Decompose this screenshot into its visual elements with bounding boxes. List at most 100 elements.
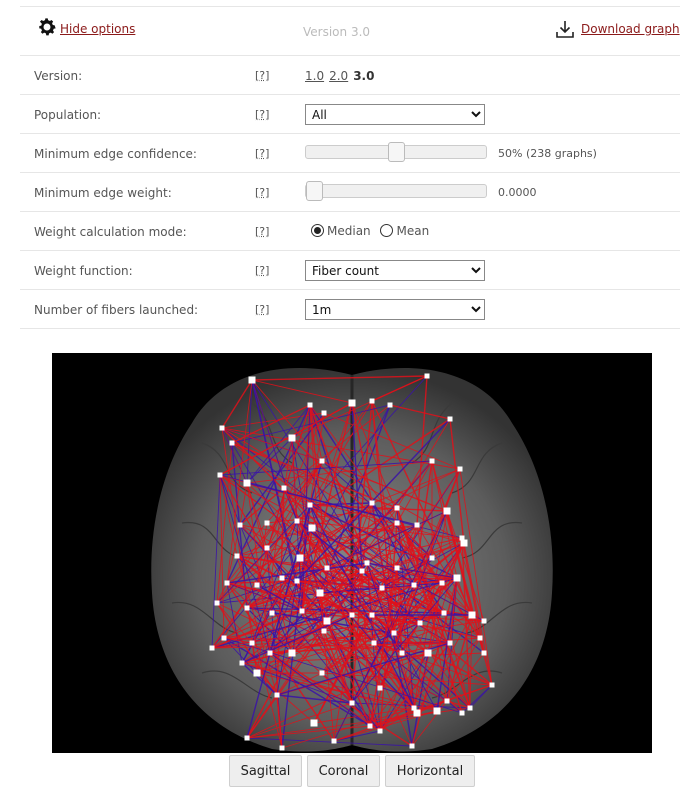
graph-node[interactable] — [267, 650, 273, 656]
graph-node[interactable] — [387, 402, 393, 408]
graph-node[interactable] — [439, 580, 445, 586]
graph-node[interactable] — [441, 610, 447, 616]
graph-node[interactable] — [319, 458, 325, 464]
population-help[interactable]: [?] — [255, 108, 269, 121]
download-icon[interactable] — [555, 19, 575, 39]
weight-function-help[interactable]: [?] — [255, 264, 269, 277]
graph-node[interactable] — [288, 434, 296, 442]
graph-node[interactable] — [477, 635, 483, 641]
median-radio[interactable] — [311, 224, 324, 237]
mean-label[interactable]: Mean — [396, 224, 429, 238]
graph-node[interactable] — [307, 402, 313, 408]
graph-node[interactable] — [217, 472, 223, 478]
median-label[interactable]: Median — [327, 224, 371, 238]
graph-node[interactable] — [460, 539, 468, 547]
graph-node[interactable] — [299, 608, 305, 614]
graph-node[interactable] — [377, 685, 383, 691]
graph-node[interactable] — [424, 649, 432, 657]
graph-node[interactable] — [253, 669, 261, 677]
graph-node[interactable] — [459, 710, 465, 716]
min-edge-confidence-slider-thumb[interactable] — [388, 142, 405, 162]
graph-node[interactable] — [294, 518, 300, 524]
graph-node[interactable] — [310, 719, 318, 727]
graph-node[interactable] — [414, 522, 420, 528]
graph-node[interactable] — [296, 554, 304, 562]
graph-node[interactable] — [413, 709, 421, 717]
graph-node[interactable] — [274, 692, 280, 698]
graph-node[interactable] — [254, 582, 260, 588]
graph-node[interactable] — [349, 612, 355, 618]
graph-node[interactable] — [447, 640, 453, 646]
graph-node[interactable] — [219, 425, 225, 431]
graph-node[interactable] — [243, 479, 251, 487]
graph-node[interactable] — [453, 574, 461, 582]
population-select[interactable]: All — [305, 104, 485, 125]
graph-node[interactable] — [308, 524, 316, 532]
graph-node[interactable] — [367, 723, 373, 729]
coronal-button[interactable]: Coronal — [307, 755, 380, 787]
graph-node[interactable] — [234, 553, 240, 559]
graph-node[interactable] — [249, 640, 255, 646]
graph-node[interactable] — [244, 605, 250, 611]
graph-node[interactable] — [399, 650, 405, 656]
graph-node[interactable] — [294, 578, 300, 584]
graph-node[interactable] — [433, 707, 441, 715]
graph-node[interactable] — [264, 520, 270, 526]
graph-node[interactable] — [349, 700, 355, 706]
graph-node[interactable] — [288, 649, 296, 657]
graph-node[interactable] — [248, 376, 256, 384]
graph-node[interactable] — [348, 399, 356, 407]
graph-node[interactable] — [359, 568, 365, 574]
graph-node[interactable] — [281, 485, 287, 491]
weight-function-select[interactable]: Fiber count — [305, 260, 485, 281]
fibers-launched-help[interactable]: [?] — [255, 303, 269, 316]
graph-node[interactable] — [429, 458, 435, 464]
graph-node[interactable] — [409, 743, 415, 749]
graph-node[interactable] — [279, 745, 285, 751]
graph-node[interactable] — [377, 728, 383, 734]
graph-node[interactable] — [264, 545, 270, 551]
horizontal-button[interactable]: Horizontal — [385, 755, 475, 787]
graph-node[interactable] — [394, 505, 400, 511]
graph-node[interactable] — [443, 507, 451, 515]
graph-node[interactable] — [331, 738, 337, 744]
graph-node[interactable] — [489, 682, 495, 688]
graph-node[interactable] — [224, 580, 230, 586]
brain-graph-image[interactable] — [52, 353, 652, 753]
min-edge-confidence-slider[interactable] — [305, 142, 487, 162]
graph-node[interactable] — [269, 610, 275, 616]
graph-node[interactable] — [239, 660, 245, 666]
graph-node[interactable] — [444, 698, 450, 704]
graph-node[interactable] — [429, 555, 435, 561]
min-edge-weight-slider-thumb[interactable] — [306, 181, 323, 201]
graph-node[interactable] — [307, 502, 313, 508]
graph-node[interactable] — [229, 440, 235, 446]
download-graph-link[interactable]: Download graph — [581, 22, 680, 36]
graph-node[interactable] — [321, 410, 327, 416]
graph-node[interactable] — [209, 645, 215, 651]
graph-node[interactable] — [468, 611, 476, 619]
graph-node[interactable] — [369, 500, 375, 506]
mean-radio[interactable] — [380, 224, 394, 237]
graph-node[interactable] — [424, 373, 430, 379]
graph-node[interactable] — [364, 560, 370, 566]
graph-node[interactable] — [324, 565, 330, 571]
graph-node[interactable] — [279, 575, 285, 581]
graph-node[interactable] — [394, 565, 400, 571]
graph-node[interactable] — [221, 635, 227, 641]
version-link-1-0[interactable]: 1.0 — [305, 69, 324, 83]
version-link-2-0[interactable]: 2.0 — [329, 69, 348, 83]
sagittal-button[interactable]: Sagittal — [229, 755, 302, 787]
min-edge-weight-help[interactable]: [?] — [255, 186, 269, 199]
min-edge-confidence-help[interactable]: [?] — [255, 147, 269, 160]
graph-node[interactable] — [411, 582, 417, 588]
graph-node[interactable] — [214, 600, 220, 606]
graph-node[interactable] — [371, 640, 377, 646]
graph-node[interactable] — [481, 618, 487, 624]
graph-node[interactable] — [447, 416, 453, 422]
weight-mode-help[interactable]: [?] — [255, 225, 269, 238]
brain-graph-canvas[interactable] — [52, 353, 652, 753]
graph-node[interactable] — [411, 705, 417, 711]
graph-node[interactable] — [319, 670, 325, 676]
graph-node[interactable] — [379, 585, 385, 591]
